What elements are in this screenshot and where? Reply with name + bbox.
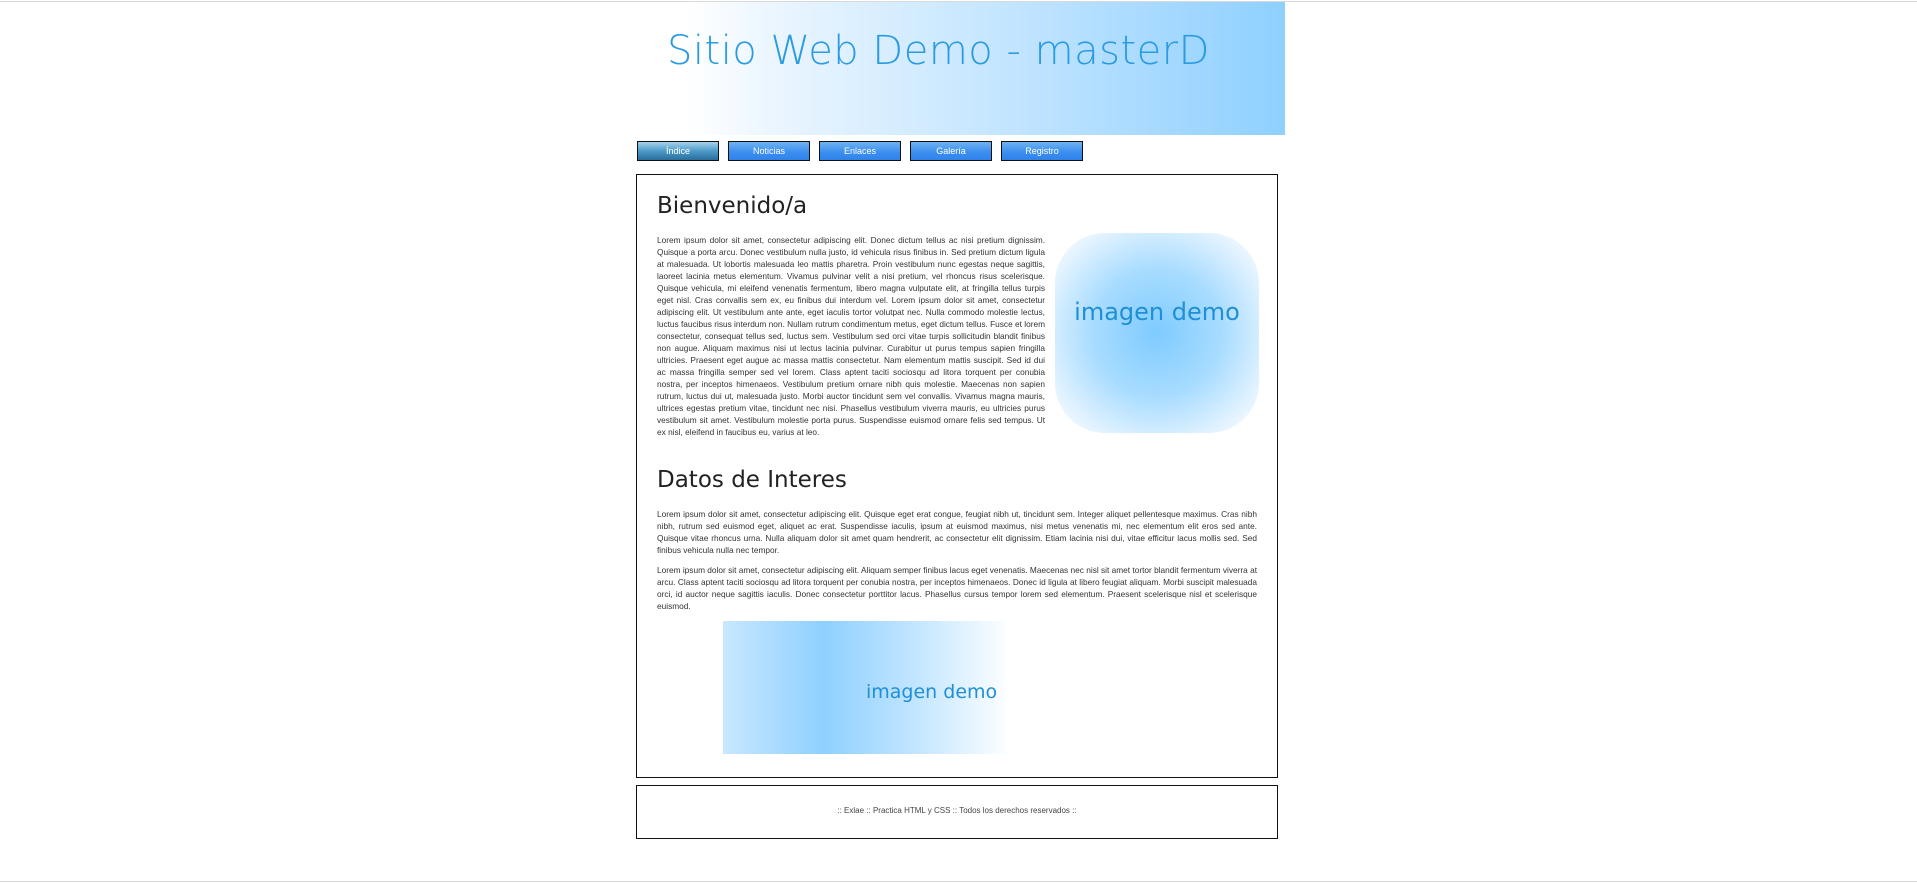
data-paragraph-2: Lorem ipsum dolor sit amet, consectetur … — [657, 565, 1257, 611]
nav-item-galeria[interactable]: Galería — [910, 141, 992, 161]
data-section-title: Datos de Interes — [657, 467, 847, 493]
wide-demo-image-label: imagen demo — [866, 681, 998, 703]
main-content: Bienvenido/a Lorem ipsum dolor sit amet,… — [636, 174, 1278, 778]
nav-item-enlaces[interactable]: Enlaces — [819, 141, 901, 161]
bottom-rule — [0, 881, 1917, 882]
welcome-paragraph: Lorem ipsum dolor sit amet, consectetur … — [657, 235, 1045, 437]
data-paragraph-1: Lorem ipsum dolor sit amet, consectetur … — [657, 509, 1257, 555]
site-title: Sitio Web Demo - masterD — [667, 28, 1210, 74]
header-banner: Sitio Web Demo - masterD — [635, 2, 1285, 135]
footer-text: :: Exlae :: Practica HTML y CSS :: Todos… — [837, 806, 1077, 815]
side-demo-image: imagen demo — [1055, 233, 1259, 433]
nav-item-noticias[interactable]: Noticias — [728, 141, 810, 161]
page-footer: :: Exlae :: Practica HTML y CSS :: Todos… — [636, 785, 1278, 839]
nav-item-registro[interactable]: Registro — [1001, 141, 1083, 161]
nav-item-indice[interactable]: Índice — [637, 141, 719, 161]
welcome-title: Bienvenido/a — [657, 193, 808, 219]
wide-demo-image: imagen demo — [723, 621, 1011, 754]
side-demo-image-label: imagen demo — [1074, 298, 1240, 326]
